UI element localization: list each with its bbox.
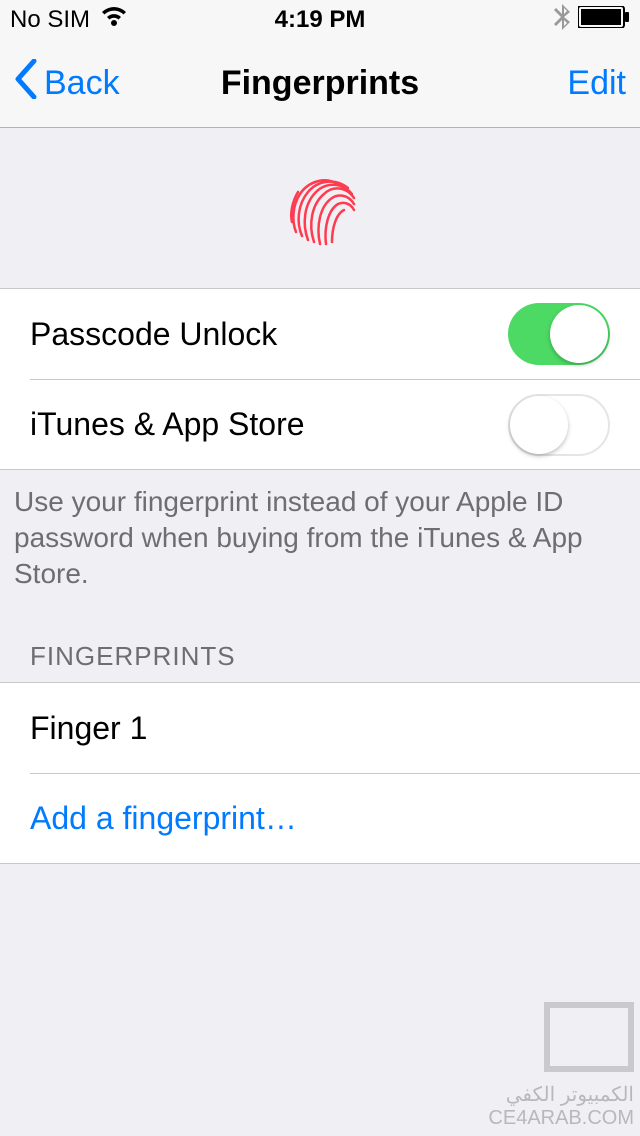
- watermark-text-2: CE4ARAB.COM: [488, 1107, 634, 1130]
- settings-footer-text: Use your fingerprint instead of your App…: [0, 470, 640, 627]
- back-label: Back: [44, 64, 120, 103]
- itunes-appstore-row: iTunes & App Store: [30, 379, 640, 469]
- itunes-appstore-switch[interactable]: [508, 394, 610, 456]
- passcode-unlock-row: Passcode Unlock: [0, 289, 640, 379]
- status-bar: No SIM 4:19 PM: [0, 0, 640, 40]
- passcode-unlock-switch[interactable]: [508, 303, 610, 365]
- chevron-left-icon: [14, 59, 38, 108]
- status-time: 4:19 PM: [275, 6, 366, 34]
- fingerprint-hero: [0, 128, 640, 288]
- bluetooth-icon: [554, 4, 570, 37]
- watermark-logo-icon: [544, 1002, 634, 1072]
- watermark: الكمبيوتر الكفي CE4ARAB.COM: [488, 1002, 634, 1130]
- fingerprint-item[interactable]: Finger 1: [0, 683, 640, 773]
- add-fingerprint-label: Add a fingerprint…: [30, 800, 297, 837]
- nav-bar: Back Fingerprints Edit: [0, 40, 640, 128]
- watermark-text-1: الكمبيوتر الكفي: [488, 1082, 634, 1107]
- passcode-unlock-label: Passcode Unlock: [30, 316, 277, 353]
- fingerprint-item-label: Finger 1: [30, 710, 147, 747]
- battery-icon: [578, 6, 630, 35]
- itunes-appstore-label: iTunes & App Store: [30, 406, 305, 443]
- page-title: Fingerprints: [221, 64, 419, 103]
- carrier-text: No SIM: [10, 6, 90, 34]
- edit-button[interactable]: Edit: [567, 64, 626, 103]
- add-fingerprint-button[interactable]: Add a fingerprint…: [30, 773, 640, 863]
- wifi-icon: [100, 6, 128, 35]
- toggle-settings-group: Passcode Unlock iTunes & App Store: [0, 288, 640, 470]
- fingerprint-icon: [276, 162, 364, 255]
- fingerprints-list-group: Finger 1 Add a fingerprint…: [0, 682, 640, 864]
- back-button[interactable]: Back: [14, 59, 120, 108]
- fingerprints-section-header: FINGERPRINTS: [0, 627, 640, 682]
